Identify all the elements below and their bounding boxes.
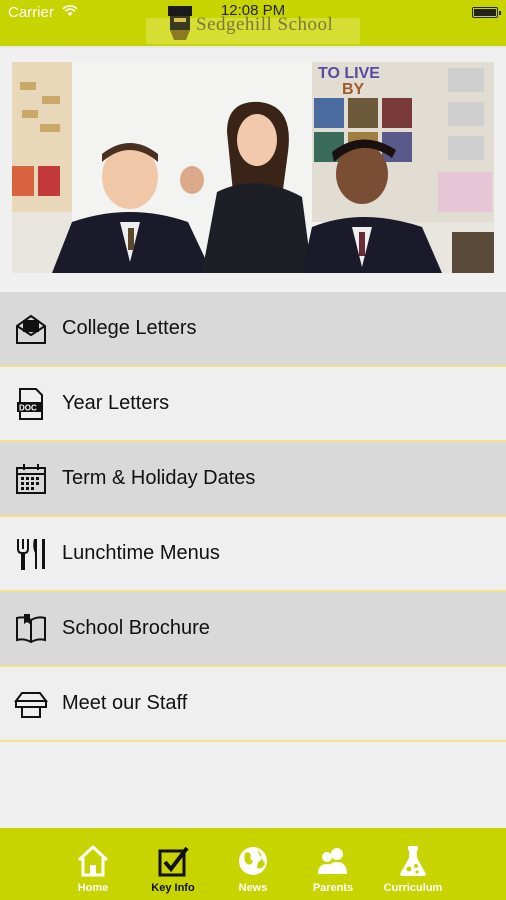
tab-key-info[interactable]: Key Info [133, 828, 213, 900]
menu-item-lunchtime-menus[interactable]: Lunchtime Menus [0, 517, 506, 592]
menu-item-label: Meet our Staff [62, 692, 188, 714]
tab-parents[interactable]: Parents [293, 828, 373, 900]
checkbox-icon [158, 846, 189, 877]
flask-icon [400, 846, 426, 876]
menu-item-college-letters[interactable]: College Letters [0, 292, 506, 367]
svg-text:DOC: DOC [19, 403, 37, 412]
book-icon [14, 612, 48, 646]
home-icon [77, 844, 109, 877]
hero-image: TO LIVE BY [12, 62, 494, 273]
svg-text:TO LIVE: TO LIVE [318, 65, 380, 82]
menu-item-label: Year Letters [62, 392, 170, 414]
tab-bar: Home Key Info News Parents Curriculum [0, 828, 506, 900]
svg-text:BY: BY [342, 81, 365, 98]
cutlery-icon [14, 537, 48, 571]
tab-label: News [238, 882, 268, 894]
globe-icon [239, 847, 267, 875]
menu-item-year-letters[interactable]: DOC Year Letters [0, 367, 506, 442]
school-name: Sedgehill School [196, 14, 334, 35]
tab-home[interactable]: Home [53, 828, 133, 900]
tab-news[interactable]: News [213, 828, 293, 900]
menu-item-term-holiday-dates[interactable]: Term & Holiday Dates [0, 442, 506, 517]
menu-item-label: Lunchtime Menus [62, 542, 220, 564]
tab-curriculum[interactable]: Curriculum [373, 828, 453, 900]
tab-label: Home [77, 882, 109, 894]
battery-icon [472, 7, 501, 18]
menu-item-school-brochure[interactable]: School Brochure [0, 592, 506, 667]
menu-list: College Letters DOC Year Letters Term & … [0, 292, 506, 742]
parents-icon [318, 848, 347, 874]
menu-item-label: College Letters [62, 317, 197, 339]
menu-item-meet-our-staff[interactable]: Meet our Staff [0, 667, 506, 742]
menu-item-label: School Brochure [62, 617, 210, 639]
status-bar: Carrier 12:08 PM Sedgehill School [0, 0, 506, 48]
tab-label: Key Info [151, 882, 195, 894]
staff-icon [14, 687, 48, 721]
menu-item-label: Term & Holiday Dates [62, 467, 256, 489]
envelope-icon [14, 312, 48, 346]
calendar-icon [14, 462, 48, 496]
doc-icon: DOC [14, 387, 48, 421]
tab-label: Parents [312, 882, 354, 894]
tab-label: Curriculum [383, 882, 443, 894]
